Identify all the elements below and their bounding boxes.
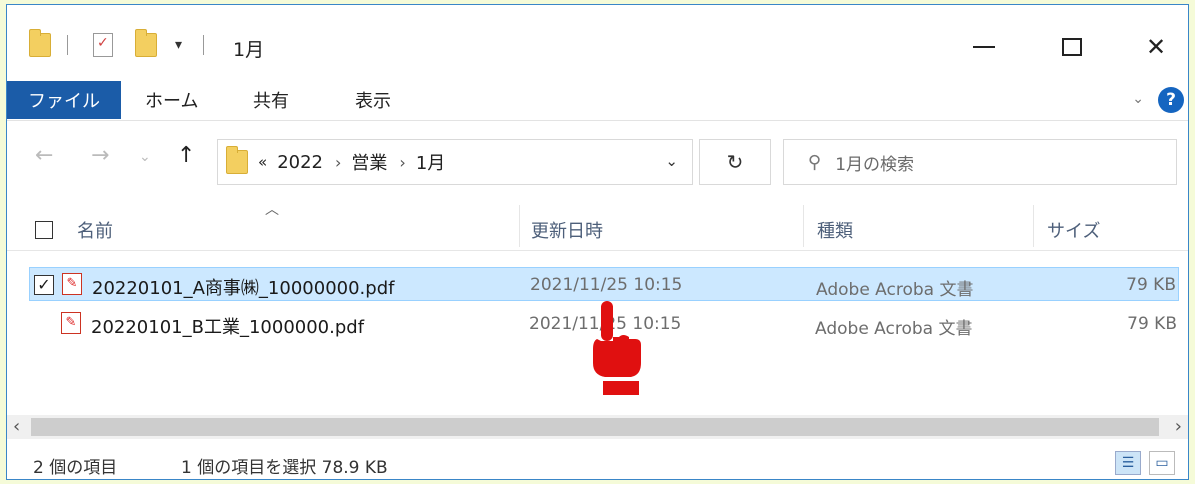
column-divider[interactable] [803,205,804,247]
file-row[interactable]: ✓ ✎ 20220101_A商事㈱_10000000.pdf 2021/11/2… [29,267,1179,301]
breadcrumb-item[interactable]: 1月 [416,149,445,175]
selection-info: 1 個の項目を選択 78.9 KB [181,458,388,478]
column-size[interactable]: サイズ [1047,217,1100,243]
large-icons-view-icon[interactable]: ▭ [1149,451,1175,475]
file-type: Adobe Acroba 文書 [815,319,973,339]
details-view-icon[interactable]: ☰ [1115,451,1141,475]
separator [203,35,204,55]
row-checkbox[interactable]: ✓ [34,275,54,295]
status-bar: 2 個の項目 1 個の項目を選択 78.9 KB ☰ ▭ [7,445,1188,479]
sort-ascending-icon: ︿ [265,202,279,218]
pdf-file-icon: ✎ [62,273,82,295]
up-arrow-icon[interactable]: ↑ [177,143,195,168]
file-date: 2021/11/25 10:15 [530,275,683,295]
pdf-file-icon: ✎ [61,312,81,334]
search-icon: ⚲ [808,151,822,173]
file-name: 20220101_A商事㈱_10000000.pdf [92,278,395,299]
folder-icon [226,146,248,174]
file-type: Adobe Acroba 文書 [816,280,974,300]
scrollbar-thumb[interactable] [31,418,1159,436]
help-icon[interactable]: ? [1158,87,1184,113]
expand-ribbon-chevron-icon[interactable]: ⌄ [1132,91,1144,107]
address-bar[interactable]: « 2022 › 営業 › 1月 ⌄ [217,139,693,185]
scroll-left-arrow-icon[interactable]: ‹ [13,416,20,437]
separator [67,35,68,55]
minimize-button[interactable] [959,27,1009,67]
maximize-button[interactable] [1047,27,1097,67]
refresh-button[interactable]: ↻ [699,139,771,185]
column-divider[interactable] [519,205,520,247]
refresh-icon: ↻ [726,150,744,174]
tab-file[interactable]: ファイル [7,81,121,119]
new-folder-icon[interactable] [135,29,157,59]
breadcrumb-item[interactable]: 2022 [277,152,323,173]
tab-share[interactable]: 共有 [253,81,289,119]
scroll-right-arrow-icon[interactable]: › [1175,416,1182,437]
maximize-icon [1062,38,1082,56]
column-type[interactable]: 種類 [817,217,853,243]
hand-pointer-icon [593,301,641,395]
select-all-checkbox[interactable] [35,221,53,239]
horizontal-scrollbar[interactable]: ‹ › [7,415,1188,439]
address-dropdown-chevron-icon[interactable]: ⌄ [665,152,678,170]
window-title: 1月 [233,39,265,61]
breadcrumb-overflow[interactable]: « [258,153,267,171]
tab-home[interactable]: ホーム [145,81,198,119]
tab-view[interactable]: 表示 [355,81,391,119]
minimize-icon [973,46,995,48]
file-size: 79 KB [1126,275,1176,295]
customize-qa-dropdown-icon[interactable]: ▾ [175,31,182,59]
recent-locations-chevron-icon[interactable]: ⌄ [139,149,151,165]
navigation-bar: ← → ⌄ ↑ « 2022 › 営業 › 1月 ⌄ ↻ ⚲ 1月の検索 [7,129,1188,193]
file-size: 79 KB [1127,314,1177,334]
search-placeholder: 1月の検索 [835,154,915,175]
explorer-window: ▾ 1月 ✕ ファイル ホーム 共有 表示 ⌄ ? ← → ⌄ ↑ « 2022… [6,4,1189,480]
search-input[interactable]: ⚲ 1月の検索 [783,139,1177,185]
quick-access-folder-icon[interactable] [29,29,51,59]
title-bar: ▾ 1月 ✕ [7,5,1188,75]
breadcrumb-separator-icon[interactable]: › [399,153,405,172]
close-icon: ✕ [1145,33,1167,61]
breadcrumb-item[interactable]: 営業 [351,149,387,175]
column-date-modified[interactable]: 更新日時 [531,217,603,243]
close-button[interactable]: ✕ [1131,27,1181,67]
item-count: 2 個の項目 [33,458,118,478]
back-arrow-icon[interactable]: ← [35,143,53,168]
column-divider[interactable] [1033,205,1034,247]
breadcrumb-separator-icon[interactable]: › [335,153,341,172]
column-header: ︿ 名前 更新日時 種類 サイズ [7,199,1188,251]
forward-arrow-icon[interactable]: → [91,143,109,168]
column-name[interactable]: 名前 [77,217,113,243]
properties-icon[interactable] [93,31,113,59]
ribbon-tabs: ファイル ホーム 共有 表示 ⌄ ? [7,75,1188,121]
file-name: 20220101_B工業_1000000.pdf [91,317,365,338]
